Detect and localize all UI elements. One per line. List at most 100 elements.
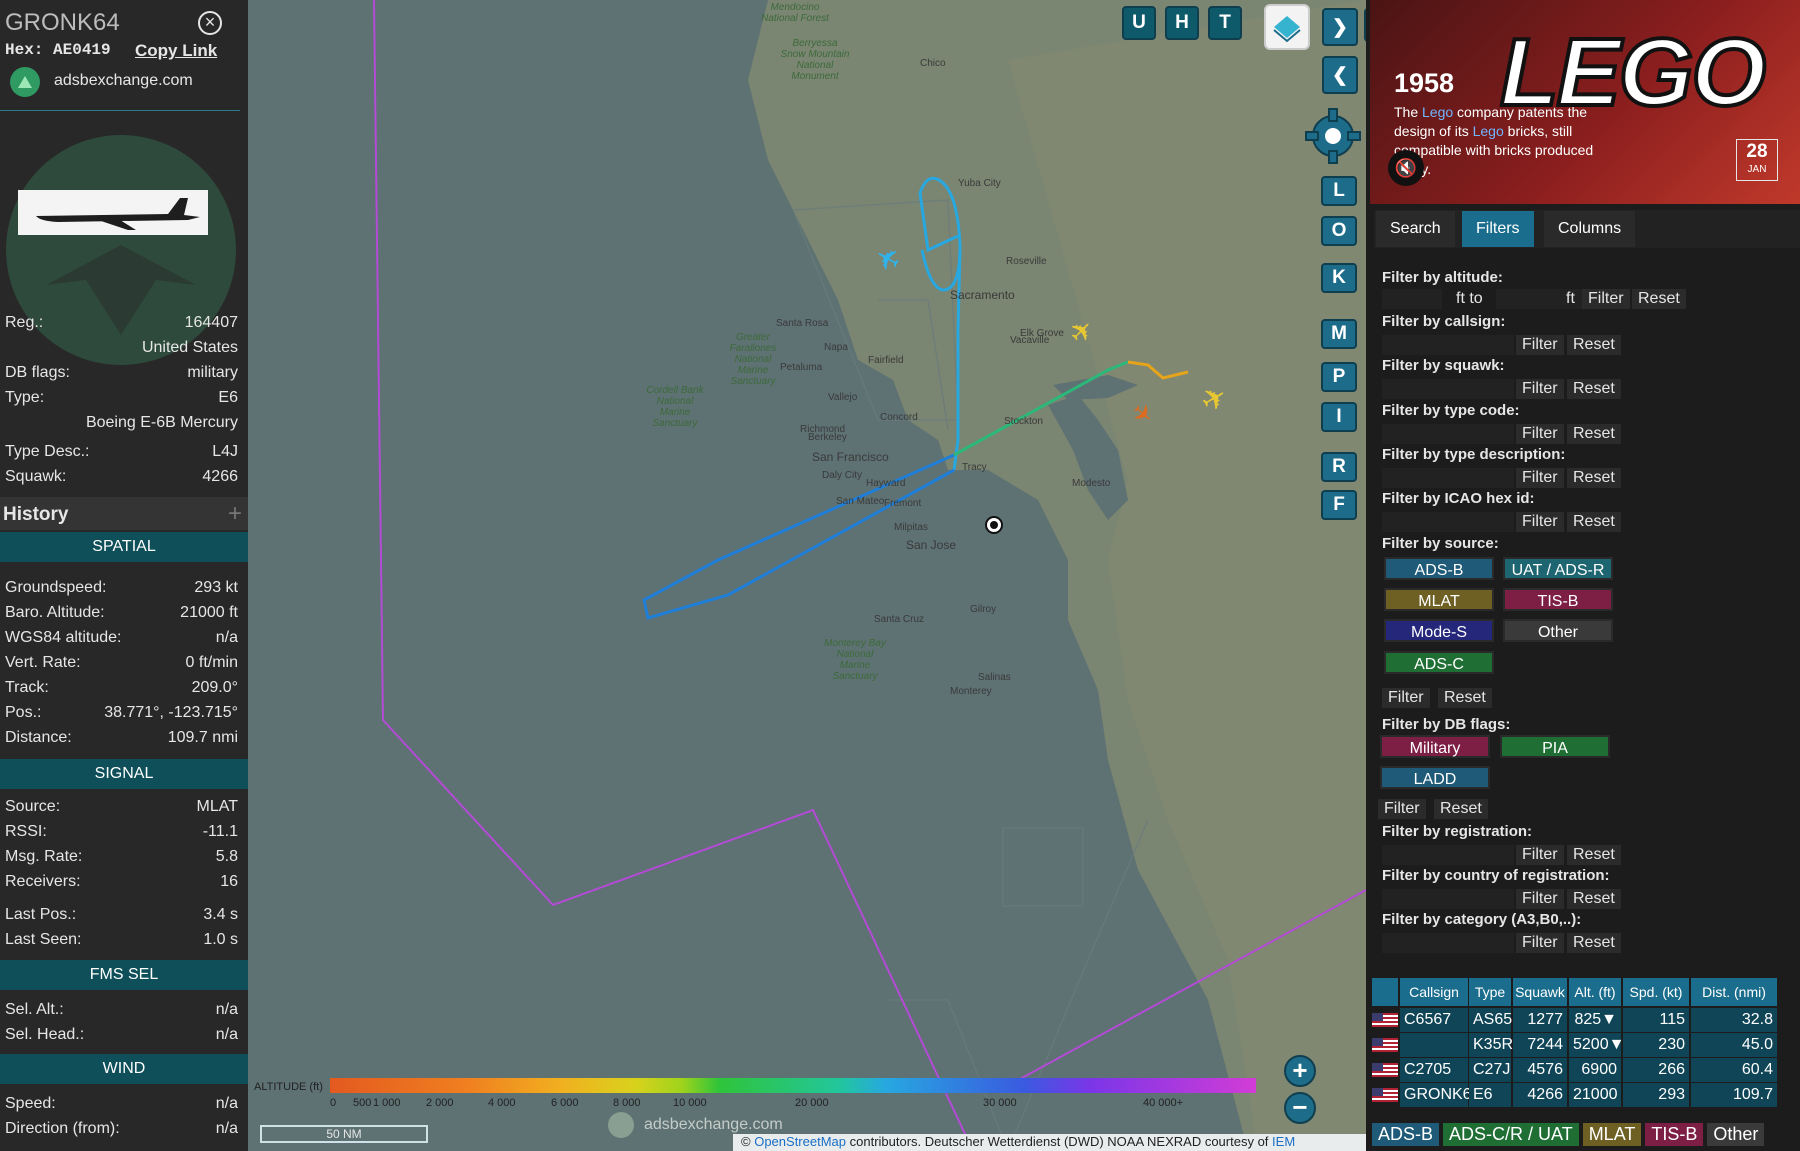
source-toggle-tisb[interactable]: TIS-B bbox=[1503, 588, 1613, 611]
registration-reset-button[interactable]: Reset bbox=[1567, 845, 1621, 865]
category-reset-button[interactable]: Reset bbox=[1567, 933, 1621, 953]
source-toggle-other[interactable]: Other bbox=[1503, 619, 1613, 642]
filter-country-label: Filter by country of registration: bbox=[1382, 867, 1610, 884]
altitude-min-input[interactable] bbox=[1382, 289, 1442, 309]
column-header[interactable]: Callsign bbox=[1400, 978, 1468, 1006]
table-cell: 21000 bbox=[1569, 1083, 1621, 1107]
map-place-label: Vallejo bbox=[828, 392, 858, 403]
column-header[interactable]: Alt. (ft) bbox=[1569, 978, 1621, 1006]
typecode-input[interactable] bbox=[1382, 424, 1514, 444]
country-reset-button[interactable]: Reset bbox=[1567, 889, 1621, 909]
category-input[interactable] bbox=[1382, 933, 1514, 953]
map-button-i[interactable]: I bbox=[1321, 402, 1357, 432]
dbflag-toggle-pia[interactable]: PIA bbox=[1500, 735, 1610, 758]
map-button-m[interactable]: M bbox=[1321, 319, 1357, 349]
source-filter-button[interactable]: Filter bbox=[1382, 688, 1430, 708]
hex-value: AE0419 bbox=[53, 41, 111, 59]
source-reset-button[interactable]: Reset bbox=[1438, 688, 1492, 708]
wind-row: Speed: n/a bbox=[5, 1095, 238, 1112]
map-view[interactable]: ✈ ✈ ✈ ✈ Mendocino National Forest Berryes… bbox=[248, 0, 1366, 1151]
table-row[interactable]: GRONK64 E6 4266 21000 293 109.7 bbox=[1372, 1083, 1800, 1108]
country-filter-button[interactable]: Filter bbox=[1516, 889, 1564, 909]
column-header[interactable]: Squawk bbox=[1513, 978, 1567, 1006]
zoom-in-button[interactable]: + bbox=[1284, 1055, 1316, 1087]
typedesc-filter-button[interactable]: Filter bbox=[1516, 468, 1564, 488]
us-flag-icon bbox=[1372, 1063, 1398, 1077]
iem-link[interactable]: IEM bbox=[1272, 1134, 1295, 1149]
map-button-p[interactable]: P bbox=[1321, 362, 1357, 392]
map-place-label: Stockton bbox=[1004, 416, 1043, 427]
filter-icao-label: Filter by ICAO hex id: bbox=[1382, 490, 1535, 507]
tab-search[interactable]: Search bbox=[1376, 211, 1455, 247]
callsign-filter-button[interactable]: Filter bbox=[1516, 335, 1564, 355]
aircraft-photo[interactable] bbox=[18, 190, 208, 235]
map-place-label: San Francisco bbox=[812, 450, 889, 464]
history-header[interactable]: History + bbox=[0, 497, 248, 530]
country-input[interactable] bbox=[1382, 889, 1514, 909]
map-place-label: Mendocino National Forest bbox=[761, 2, 829, 24]
map-button-u[interactable]: U bbox=[1122, 6, 1156, 40]
tab-columns[interactable]: Columns bbox=[1544, 211, 1636, 247]
altitude-filter-button[interactable]: Filter bbox=[1582, 289, 1630, 309]
altitude-max-input[interactable] bbox=[1496, 289, 1592, 309]
source-toggle-modes[interactable]: Mode-S bbox=[1384, 619, 1494, 642]
map-button-k[interactable]: K bbox=[1321, 263, 1357, 293]
registration-input[interactable] bbox=[1382, 845, 1514, 865]
altitude-reset-button[interactable]: Reset bbox=[1632, 289, 1686, 309]
icao-filter-button[interactable]: Filter bbox=[1516, 512, 1564, 532]
osm-link[interactable]: OpenStreetMap bbox=[754, 1134, 846, 1149]
typedesc-input[interactable] bbox=[1382, 468, 1514, 488]
legend-other: Other bbox=[1707, 1123, 1765, 1146]
source-toggle-adsc[interactable]: ADS-C bbox=[1384, 651, 1494, 674]
layers-button[interactable] bbox=[1264, 4, 1310, 50]
icao-reset-button[interactable]: Reset bbox=[1567, 512, 1621, 532]
altitude-tick: 4 000 bbox=[488, 1097, 516, 1109]
map-button-t[interactable]: T bbox=[1208, 6, 1242, 40]
site-link[interactable]: adsbexchange.com bbox=[54, 72, 193, 90]
dbflags-reset-button[interactable]: Reset bbox=[1434, 799, 1488, 819]
table-row[interactable]: C2705 C27J 4576 6900 266 60.4 bbox=[1372, 1058, 1800, 1083]
squawk-filter-button[interactable]: Filter bbox=[1516, 379, 1564, 399]
map-button-r[interactable]: R bbox=[1321, 452, 1357, 482]
column-header[interactable]: Dist. (nmi) bbox=[1691, 978, 1777, 1006]
hex-label: Hex: bbox=[5, 41, 44, 59]
map-place-label: Gilroy bbox=[970, 604, 997, 615]
map-button-l[interactable]: L bbox=[1321, 176, 1357, 206]
squawk-input[interactable] bbox=[1382, 379, 1514, 399]
map-button-f[interactable]: F bbox=[1321, 490, 1357, 520]
typecode-filter-button[interactable]: Filter bbox=[1516, 424, 1564, 444]
table-row[interactable]: C6567 AS65 1277 825▼ 115 32.8 bbox=[1372, 1008, 1800, 1033]
squawk-reset-button[interactable]: Reset bbox=[1567, 379, 1621, 399]
dbflag-toggle-military[interactable]: Military bbox=[1380, 735, 1490, 758]
registration-filter-button[interactable]: Filter bbox=[1516, 845, 1564, 865]
callsign-reset-button[interactable]: Reset bbox=[1567, 335, 1621, 355]
dbflags-row: DB flags: military bbox=[5, 364, 238, 381]
dbflags-filter-button[interactable]: Filter bbox=[1378, 799, 1426, 819]
chevron-left-icon[interactable]: ❮ bbox=[1322, 56, 1358, 94]
source-toggle-adsb[interactable]: ADS-B bbox=[1384, 557, 1494, 580]
close-icon[interactable]: × bbox=[198, 11, 222, 35]
column-header[interactable]: Spd. (kt) bbox=[1623, 978, 1689, 1006]
expand-plus-icon[interactable]: + bbox=[228, 500, 242, 528]
spatial-header: SPATIAL bbox=[0, 532, 248, 562]
gear-icon[interactable] bbox=[1303, 106, 1363, 166]
callsign-input[interactable] bbox=[1382, 335, 1514, 355]
copy-link[interactable]: Copy Link bbox=[135, 41, 217, 61]
source-toggle-uatadsr[interactable]: UAT / ADS-R bbox=[1503, 557, 1613, 580]
zoom-out-button[interactable]: − bbox=[1284, 1092, 1316, 1124]
column-header[interactable]: Type bbox=[1469, 978, 1511, 1006]
typedesc-reset-button[interactable]: Reset bbox=[1567, 468, 1621, 488]
source-toggle-mlat[interactable]: MLAT bbox=[1384, 588, 1494, 611]
category-filter-button[interactable]: Filter bbox=[1516, 933, 1564, 953]
chevron-right-icon[interactable]: ❯ bbox=[1322, 8, 1358, 46]
typecode-reset-button[interactable]: Reset bbox=[1567, 424, 1621, 444]
on-this-day-banner[interactable]: LEGO 1958 The Lego company patents the d… bbox=[1370, 0, 1800, 204]
date-badge: 28 JAN bbox=[1736, 139, 1778, 181]
dbflag-toggle-ladd[interactable]: LADD bbox=[1380, 766, 1490, 789]
icao-input[interactable] bbox=[1382, 512, 1514, 532]
map-button-o[interactable]: O bbox=[1321, 216, 1357, 246]
mute-icon[interactable]: 🔇 bbox=[1388, 150, 1424, 186]
tab-filters[interactable]: Filters bbox=[1462, 211, 1534, 247]
map-button-h[interactable]: H bbox=[1165, 6, 1199, 40]
table-row[interactable]: K35R 7244 5200▼ 230 45.0 bbox=[1372, 1033, 1800, 1058]
